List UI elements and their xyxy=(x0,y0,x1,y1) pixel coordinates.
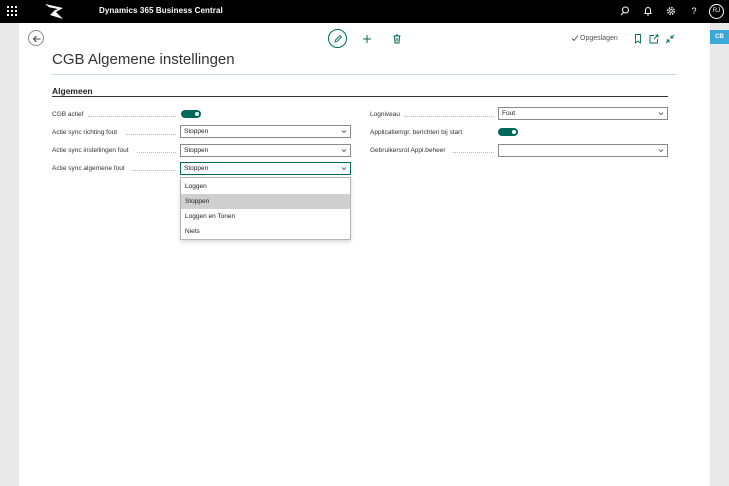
company-badge[interactable]: CB xyxy=(710,30,729,44)
title-divider xyxy=(52,74,677,75)
chevron-down-icon xyxy=(658,149,664,153)
add-button[interactable] xyxy=(361,32,373,44)
section-divider xyxy=(52,96,668,97)
label-leader xyxy=(88,116,176,117)
add-icon xyxy=(363,35,371,43)
field-label-logniveau: Logniveau xyxy=(370,111,400,118)
gear-icon[interactable] xyxy=(665,5,677,17)
dropdown-option-stoppen[interactable]: Stoppen xyxy=(181,194,350,209)
bell-icon[interactable] xyxy=(642,5,654,17)
help-icon[interactable]: ? xyxy=(688,5,700,17)
page-card xyxy=(19,23,710,486)
chevron-down-icon xyxy=(341,167,347,171)
cgb-actief-toggle[interactable] xyxy=(181,110,201,118)
applicatiemgr-berichten-toggle[interactable] xyxy=(498,128,518,136)
search-icon[interactable] xyxy=(619,5,631,17)
edit-icon xyxy=(334,34,343,43)
waffle-icon[interactable] xyxy=(7,6,17,16)
avatar[interactable]: RJ xyxy=(709,4,724,19)
back-button[interactable] xyxy=(28,30,44,46)
select-value: Stoppen xyxy=(184,165,209,172)
field-label-actie-sync-richting-fout: Actie sync richting fout xyxy=(52,129,118,136)
edit-button[interactable] xyxy=(328,29,347,48)
app-title: Dynamics 365 Business Central xyxy=(99,6,223,15)
label-leader xyxy=(126,134,176,135)
bookmark-icon xyxy=(635,34,641,44)
open-new-window-icon xyxy=(649,34,659,44)
gebruikersrol-appl-beheer-select[interactable] xyxy=(498,144,668,157)
field-label-actie-sync-instellingen-fout: Actie sync instellingen fout xyxy=(52,147,129,154)
field-label-applicatiemgr-berichten: Applicatiemgr. berichten bij start xyxy=(370,129,463,136)
label-leader xyxy=(453,152,494,153)
chevron-down-icon xyxy=(341,149,347,153)
save-status-text: Opgeslagen xyxy=(580,34,618,42)
logo-icon xyxy=(45,4,63,19)
label-leader xyxy=(132,170,176,171)
label-leader xyxy=(137,152,176,153)
save-status: Opgeslagen xyxy=(571,34,618,42)
delete-icon xyxy=(393,34,401,44)
select-value: Fout xyxy=(502,110,516,117)
dropdown-option-niets[interactable]: Niets xyxy=(181,224,350,239)
bookmark-button[interactable] xyxy=(632,32,644,44)
check-icon xyxy=(571,35,579,42)
field-label-actie-sync-algemene-fout: Actie sync algemene fout xyxy=(52,165,125,172)
actie-sync-richting-fout-select[interactable]: Stoppen xyxy=(180,125,351,138)
label-leader xyxy=(404,116,494,117)
collapse-icon xyxy=(665,34,675,44)
select-value: Stoppen xyxy=(184,128,209,135)
select-value: Stoppen xyxy=(184,147,209,154)
field-label-gebruikersrol-appl-beheer: Gebruikersrol Appl.beheer xyxy=(370,147,446,154)
delete-button[interactable] xyxy=(391,32,403,44)
section-title[interactable]: Algemeen xyxy=(52,86,93,96)
chevron-down-icon xyxy=(341,130,347,134)
actie-sync-algemene-fout-select[interactable]: Stoppen xyxy=(180,162,351,175)
chevron-down-icon xyxy=(658,112,664,116)
open-new-window-button[interactable] xyxy=(648,32,660,44)
dropdown-list: Loggen Stoppen Loggen en Tonen Niets xyxy=(180,177,351,240)
dropdown-option-loggen-en-tonen[interactable]: Loggen en Tonen xyxy=(181,209,350,224)
field-label-cgb-actief: CGB actief xyxy=(52,111,84,118)
page-title: CGB Algemene instellingen xyxy=(52,51,235,68)
logniveau-select[interactable]: Fout xyxy=(498,107,668,120)
actie-sync-instellingen-fout-select[interactable]: Stoppen xyxy=(180,144,351,157)
collapse-button[interactable] xyxy=(664,32,676,44)
top-navigation-bar: Dynamics 365 Business Central ? RJ xyxy=(0,0,729,23)
back-arrow-icon xyxy=(32,35,41,43)
dropdown-option-loggen[interactable]: Loggen xyxy=(181,179,350,194)
